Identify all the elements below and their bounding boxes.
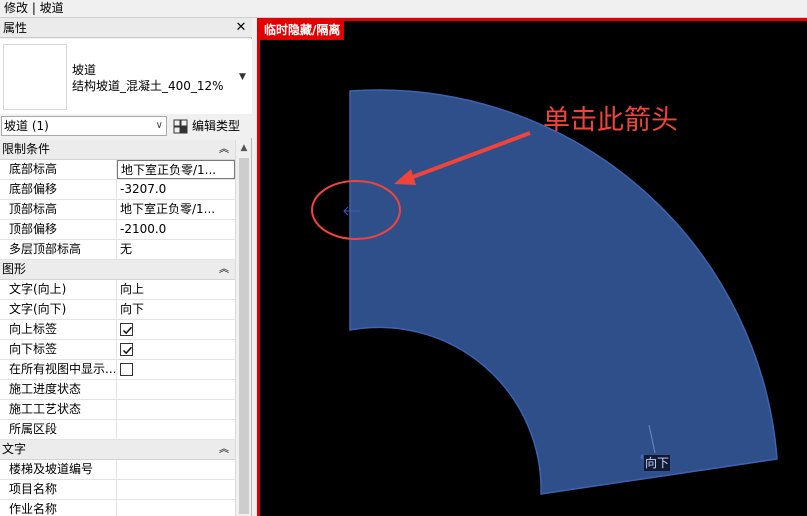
property-value-field <box>117 340 235 359</box>
checkmark-icon <box>122 326 133 335</box>
collapse-icon[interactable]: ︽ <box>219 260 229 279</box>
instance-filter-row: 坡道 (1) ∨ 编辑类型 <box>0 114 252 138</box>
properties-grid: 限制条件 ︽ 底部标高 地下室正负零/1... 底部偏移 -3207.0 顶部标… <box>0 140 235 516</box>
property-name: 多层顶部标高 <box>0 240 117 259</box>
property-name: 顶部标高 <box>0 200 117 219</box>
property-name: 所属区段 <box>0 420 117 439</box>
property-name: 项目名称 <box>0 480 117 499</box>
annotation-text: 单击此箭头 <box>543 105 678 136</box>
group-text[interactable]: 文字 ︽ <box>0 440 235 460</box>
property-value-field[interactable] <box>117 500 235 516</box>
property-name: 底部标高 <box>0 160 117 179</box>
property-value-field[interactable]: -2100.0 <box>117 220 235 239</box>
property-value-field <box>117 320 235 339</box>
property-row[interactable]: 底部偏移 -3207.0 <box>0 180 235 200</box>
close-icon[interactable]: ✕ <box>234 18 248 38</box>
down-label-tag[interactable]: 向下 <box>643 454 672 472</box>
show-in-all-views-checkbox[interactable] <box>120 363 133 376</box>
property-row[interactable]: 楼梯及坡道编号 <box>0 460 235 480</box>
group-graphics[interactable]: 图形 ︽ <box>0 260 235 280</box>
property-row[interactable]: 多层顶部标高 无 <box>0 240 235 260</box>
drawing-view[interactable]: 临时隐藏/隔离 单击此箭头 向下 <box>257 18 807 516</box>
edit-type-icon <box>173 119 188 133</box>
property-value-field[interactable] <box>117 400 235 419</box>
checkmark-icon <box>122 346 133 355</box>
property-name: 在所有视图中显示... <box>0 360 117 379</box>
property-value-field <box>117 360 235 379</box>
property-row[interactable]: 底部标高 地下室正负零/1... <box>0 160 235 180</box>
property-value-field[interactable]: -3207.0 <box>117 180 235 199</box>
property-name: 文字(向上) <box>0 280 117 299</box>
property-row[interactable]: 在所有视图中显示... <box>0 360 235 380</box>
group-label: 文字 <box>2 442 27 456</box>
property-name: 施工工艺状态 <box>0 400 117 419</box>
temporary-isolate-label: 临时隐藏/隔离 <box>260 21 345 40</box>
property-name: 向上标签 <box>0 320 117 339</box>
ribbon-context-bar: 修改 | 坡道 <box>0 0 807 18</box>
property-row[interactable]: 文字(向上) 向上 <box>0 280 235 300</box>
property-value-field[interactable]: 无 <box>117 240 235 259</box>
property-value-field[interactable] <box>117 380 235 399</box>
property-row[interactable]: 施工进度状态 <box>0 380 235 400</box>
property-row[interactable]: 顶部偏移 -2100.0 <box>0 220 235 240</box>
group-label: 图形 <box>2 262 27 276</box>
properties-title: 属性 <box>3 21 28 35</box>
chevron-down-icon: ∨ <box>155 120 163 131</box>
ramp-canvas <box>311 89 778 495</box>
edit-type-button[interactable]: 编辑类型 <box>173 116 240 136</box>
property-value-field[interactable]: 地下室正负零/1... <box>117 160 235 179</box>
dropdown-arrow-icon[interactable]: ▼ <box>239 72 246 82</box>
edit-type-label: 编辑类型 <box>192 118 241 133</box>
collapse-icon[interactable]: ︽ <box>219 440 229 459</box>
property-name: 施工进度状态 <box>0 380 117 399</box>
scroll-up-arrow-icon[interactable]: ▲ <box>236 140 252 156</box>
property-value-field[interactable]: 地下室正负零/1... <box>117 200 235 219</box>
properties-header: 属性 ✕ <box>0 18 252 38</box>
property-name: 作业名称 <box>0 500 117 516</box>
type-family-name: 坡道 <box>72 63 97 77</box>
context-title: 修改 | 坡道 <box>4 1 64 15</box>
properties-scrollbar[interactable]: ▲ <box>235 140 251 516</box>
ramp-shape[interactable] <box>349 89 778 495</box>
property-row[interactable]: 文字(向下) 向下 <box>0 300 235 320</box>
instance-filter-select[interactable]: 坡道 (1) ∨ <box>1 116 167 136</box>
property-value-field[interactable]: 向下 <box>117 300 235 319</box>
property-row[interactable]: 作业名称 <box>0 500 235 516</box>
instance-filter-value: 坡道 (1) <box>4 119 49 133</box>
property-row[interactable]: 顶部标高 地下室正负零/1... <box>0 200 235 220</box>
property-name: 底部偏移 <box>0 180 117 199</box>
property-value-field[interactable] <box>117 480 235 499</box>
property-row[interactable]: 向下标签 <box>0 340 235 360</box>
property-row[interactable]: 施工工艺状态 <box>0 400 235 420</box>
type-preview-image <box>3 44 67 110</box>
property-name: 文字(向下) <box>0 300 117 319</box>
property-name: 顶部偏移 <box>0 220 117 239</box>
properties-palette: 属性 ✕ 坡道 结构坡道_混凝土_400_12% ▼ 坡道 (1) ∨ 编辑类型… <box>0 18 252 516</box>
up-label-checkbox[interactable] <box>120 323 133 336</box>
property-name: 向下标签 <box>0 340 117 359</box>
down-label-checkbox[interactable] <box>120 343 133 356</box>
property-row[interactable]: 所属区段 <box>0 420 235 440</box>
property-name: 楼梯及坡道编号 <box>0 460 117 479</box>
group-label: 限制条件 <box>2 142 51 156</box>
property-value-field[interactable] <box>117 420 235 439</box>
collapse-icon[interactable]: ︽ <box>219 140 229 159</box>
property-value-field[interactable] <box>117 460 235 479</box>
group-constraints[interactable]: 限制条件 ︽ <box>0 140 235 160</box>
property-row[interactable]: 项目名称 <box>0 480 235 500</box>
property-row[interactable]: 向上标签 <box>0 320 235 340</box>
scroll-thumb[interactable] <box>239 158 249 514</box>
property-value-field[interactable]: 向上 <box>117 280 235 299</box>
type-name: 结构坡道_混凝土_400_12% <box>72 79 224 93</box>
